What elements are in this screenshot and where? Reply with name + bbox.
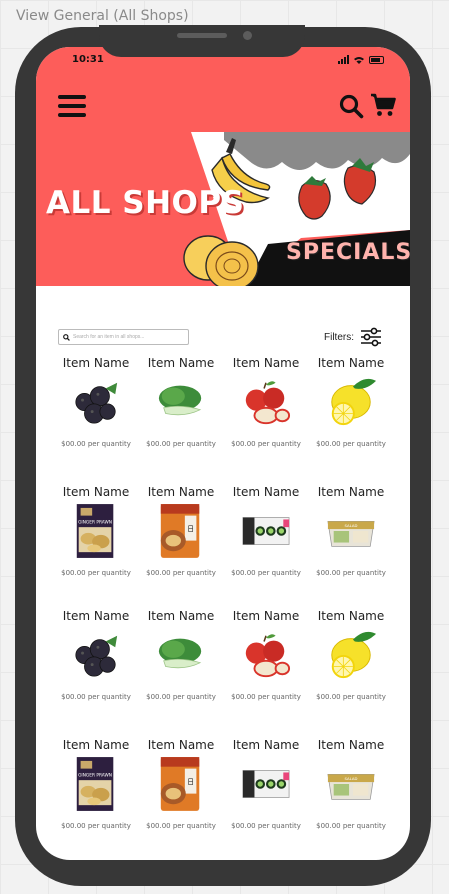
product-card[interactable]: Item Name GINGER PRAWN $00.00 per quantity (53, 738, 139, 838)
front-camera (243, 31, 252, 40)
sushi-tray-icon (242, 517, 290, 545)
item-price: $00.00 per quantity (231, 569, 301, 577)
item-price: $00.00 per quantity (146, 569, 216, 577)
svg-text:SALAD: SALAD (345, 776, 358, 781)
svg-text:GINGER PRAWN: GINGER PRAWN (78, 772, 112, 778)
dumplings-box-icon: GINGER PRAWN (76, 757, 114, 811)
product-card[interactable]: Item Name $00.00 per quantity (308, 609, 394, 709)
item-price: $00.00 per quantity (146, 440, 216, 448)
svg-text:日: 日 (187, 778, 194, 786)
item-price: $00.00 per quantity (316, 440, 386, 448)
product-card[interactable]: Item Name $00.00 per quantity (53, 356, 139, 456)
item-price: $00.00 per quantity (316, 693, 386, 701)
item-grid: Item Name $00.00 per quantity Item Name $00… (36, 47, 410, 860)
phone-notch (99, 25, 305, 57)
bok-choy-icon (158, 638, 202, 669)
speaker (177, 33, 227, 38)
product-card[interactable]: Item Name $00.00 per quantity (308, 356, 394, 456)
item-name: Item Name (232, 738, 300, 752)
product-card[interactable]: Item Name $00.00 per quantity (53, 609, 139, 709)
blackberries-icon (75, 635, 118, 677)
product-card[interactable]: Item Name 日 $00.00 per quantity (138, 738, 224, 838)
item-price: $00.00 per quantity (316, 822, 386, 830)
lemon-icon (331, 631, 376, 679)
item-price: $00.00 per quantity (61, 569, 131, 577)
item-name: Item Name (62, 738, 130, 752)
lemon-icon (331, 378, 376, 426)
item-name: Item Name (147, 356, 215, 370)
item-name: Item Name (317, 356, 385, 370)
noodle-pack-icon: 日 (160, 757, 200, 811)
salad-container-icon: SALAD (327, 521, 375, 547)
item-name: Item Name (147, 738, 215, 752)
product-card[interactable]: Item Name $00.00 per quantity (223, 485, 309, 585)
item-price: $00.00 per quantity (146, 822, 216, 830)
product-card[interactable]: Item Name 日 $00.00 per quantity (138, 485, 224, 585)
svg-text:日: 日 (187, 525, 194, 533)
item-price: $00.00 per quantity (231, 693, 301, 701)
apples-icon (245, 634, 291, 678)
product-card[interactable]: Item Name GINGER PRAWN $00.00 per quantity (53, 485, 139, 585)
item-name: Item Name (62, 609, 130, 623)
product-card[interactable]: Item Name SALAD $00.00 per quantity (308, 738, 394, 838)
item-price: $00.00 per quantity (316, 569, 386, 577)
item-price: $00.00 per quantity (61, 822, 131, 830)
noodle-pack-icon: 日 (160, 504, 200, 558)
item-price: $00.00 per quantity (61, 693, 131, 701)
apples-icon (245, 381, 291, 425)
product-card[interactable]: Item Name $00.00 per quantity (138, 609, 224, 709)
product-card[interactable]: Item Name $00.00 per quantity (223, 609, 309, 709)
item-name: Item Name (147, 485, 215, 499)
product-card[interactable]: Item Name SALAD $00.00 per quantity (308, 485, 394, 585)
item-price: $00.00 per quantity (231, 440, 301, 448)
blackberries-icon (75, 382, 118, 424)
app-screen: 10:31 ALL SHOPS SPECIALS Search for an i… (36, 47, 410, 860)
salad-container-icon: SALAD (327, 774, 375, 800)
phone-frame: 10:31 ALL SHOPS SPECIALS Search for an i… (15, 25, 431, 886)
sushi-tray-icon (242, 770, 290, 798)
item-name: Item Name (62, 485, 130, 499)
item-price: $00.00 per quantity (146, 693, 216, 701)
product-card[interactable]: Item Name $00.00 per quantity (223, 356, 309, 456)
item-name: Item Name (147, 609, 215, 623)
item-name: Item Name (317, 609, 385, 623)
item-name: Item Name (232, 609, 300, 623)
bok-choy-icon (158, 385, 202, 416)
item-name: Item Name (232, 356, 300, 370)
frame-caption: View General (All Shops) (16, 8, 189, 24)
item-price: $00.00 per quantity (61, 440, 131, 448)
product-card[interactable]: Item Name $00.00 per quantity (223, 738, 309, 838)
svg-text:GINGER PRAWN: GINGER PRAWN (78, 519, 112, 525)
item-price: $00.00 per quantity (231, 822, 301, 830)
item-name: Item Name (317, 485, 385, 499)
item-name: Item Name (232, 485, 300, 499)
item-name: Item Name (62, 356, 130, 370)
svg-text:SALAD: SALAD (345, 523, 358, 528)
dumplings-box-icon: GINGER PRAWN (76, 504, 114, 558)
product-card[interactable]: Item Name $00.00 per quantity (138, 356, 224, 456)
item-name: Item Name (317, 738, 385, 752)
